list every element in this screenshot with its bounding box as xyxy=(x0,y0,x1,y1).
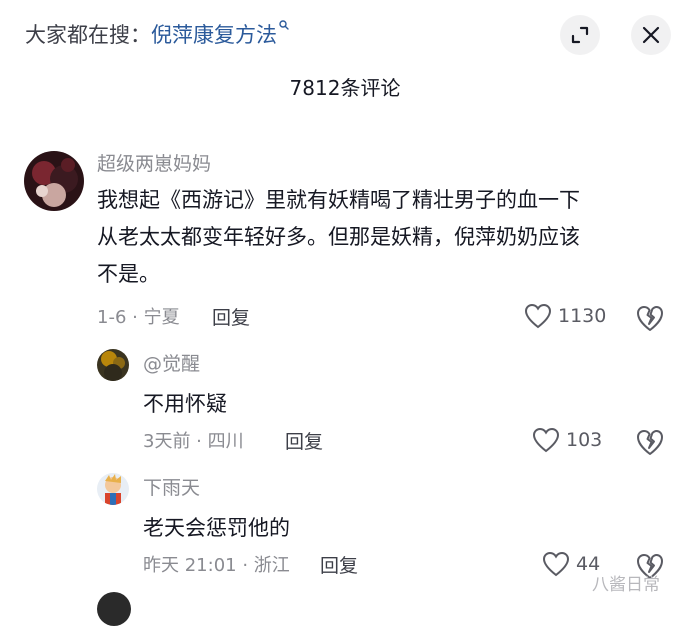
header: 大家都在搜：倪萍康复方法 xyxy=(0,0,690,70)
comment-text: 我想起《西游记》里就有妖精喝了精壮男子的血一下 从老太太都变年轻好多。但那是妖精… xyxy=(97,182,580,293)
comment-item: 超级两崽妈妈 我想起《西游记》里就有妖精喝了精壮男子的血一下 从老太太都变年轻好… xyxy=(0,148,690,348)
comment-text-line: 不是。 xyxy=(97,262,160,286)
comment-meta: 1-6 · 宁夏 xyxy=(97,307,180,328)
avatar-image xyxy=(24,151,84,211)
watermark: 八酱日常 xyxy=(592,575,660,595)
avatar[interactable] xyxy=(97,349,129,381)
comment-text: 不用怀疑 xyxy=(143,386,227,423)
like-count: 1130 xyxy=(558,305,607,327)
avatar-image xyxy=(97,473,129,505)
heart-icon xyxy=(524,303,552,329)
like-button[interactable]: 1130 xyxy=(524,303,606,329)
comment-count: 7812条评论 xyxy=(289,76,401,100)
search-icon xyxy=(279,20,289,30)
expand-corner-icon xyxy=(571,26,589,44)
comment-text: 老天会惩罚他的 xyxy=(143,510,290,547)
comment-text-line: 从老太太都变年轻好多。但那是妖精，倪萍奶奶应该 xyxy=(97,225,580,249)
broken-heart-icon[interactable] xyxy=(635,303,665,333)
reply-button[interactable]: 回复 xyxy=(285,429,323,455)
avatar[interactable] xyxy=(97,592,131,626)
heart-icon xyxy=(532,427,560,453)
reply-item: @觉醒 不用怀疑 3天前 · 四川 回复 103 xyxy=(0,348,690,468)
comment-text-line: 老天会惩罚他的 xyxy=(143,516,290,540)
like-count: 103 xyxy=(566,429,603,451)
comment-text-line: 我想起《西游记》里就有妖精喝了精壮男子的血一下 xyxy=(97,188,580,212)
reply-button[interactable]: 回复 xyxy=(212,305,250,331)
search-suggestion[interactable]: 大家都在搜：倪萍康复方法 xyxy=(25,20,289,50)
comment-meta: 昨天 21:01 · 浙江 xyxy=(143,555,290,576)
comment-text-line: 不用怀疑 xyxy=(143,392,227,416)
search-prefix: 大家都在搜： xyxy=(25,23,151,47)
avatar[interactable] xyxy=(24,151,84,211)
reply-button[interactable]: 回复 xyxy=(320,553,358,579)
expand-button[interactable] xyxy=(560,15,600,55)
comment-username[interactable]: @觉醒 xyxy=(143,351,200,377)
search-term-link[interactable]: 倪萍康复方法 xyxy=(151,23,277,47)
like-button[interactable]: 103 xyxy=(532,427,602,453)
comment-meta: 3天前 · 四川 xyxy=(143,431,244,452)
avatar[interactable] xyxy=(97,473,129,505)
reply-item: 下雨天 老天会惩罚他的 昨天 21:01 · 浙江 回复 44 xyxy=(0,472,690,592)
comment-username[interactable]: 超级两崽妈妈 xyxy=(97,151,211,177)
close-icon xyxy=(642,26,660,44)
comment-username[interactable]: 下雨天 xyxy=(143,475,200,501)
heart-icon xyxy=(542,551,570,577)
avatar-image xyxy=(97,349,129,381)
broken-heart-icon[interactable] xyxy=(635,427,665,457)
close-button[interactable] xyxy=(631,15,671,55)
